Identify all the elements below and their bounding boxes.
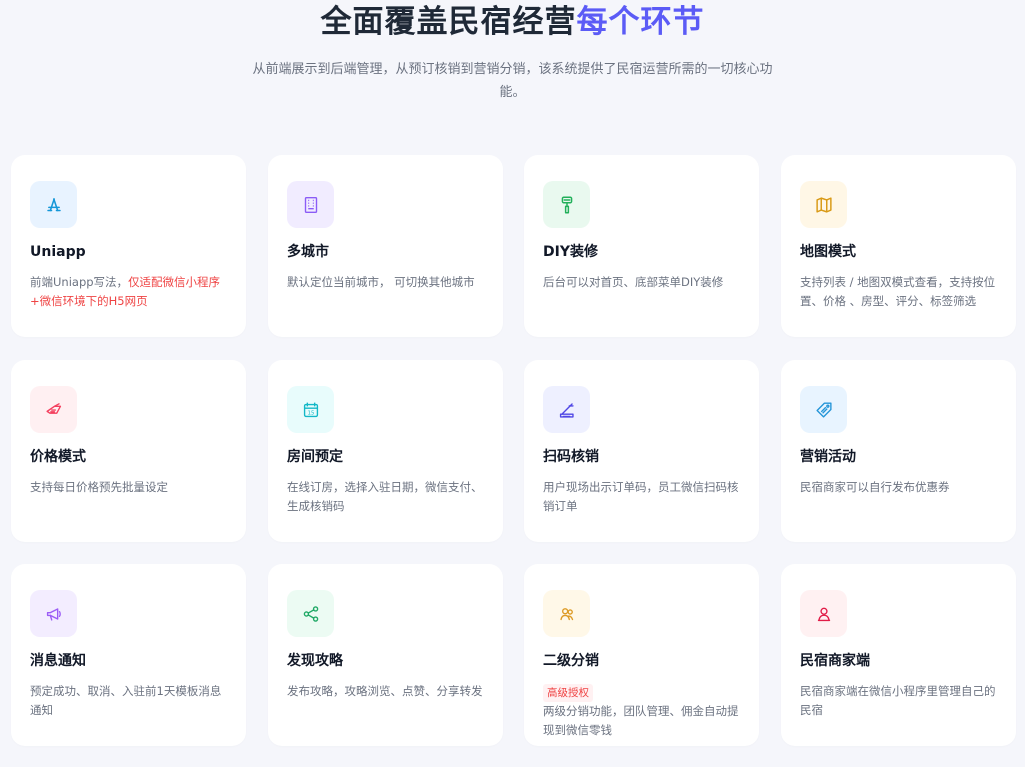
hero-title-accent: 每个环节 [576, 4, 705, 40]
feature-title: 房间预定 [287, 449, 343, 465]
feature-card-distribution: 二级分销 高级授权 两级分销功能，团队管理、佣金自动提现到微信零钱 [524, 564, 759, 746]
feature-card-price-mode: 价格模式 支持每日价格预先批量设定 [11, 360, 246, 542]
feature-description: 两级分销功能，团队管理、佣金自动提现到微信零钱 [543, 704, 739, 737]
calendar-icon: 15 [287, 386, 334, 433]
feature-title: 二级分销 [543, 653, 599, 669]
feature-card-map-mode: 地图模式 支持列表 / 地图双模式查看，支持按位置、价格 、房型、评分、标签筛选 [781, 155, 1016, 337]
premium-license-badge: 高级授权 [543, 684, 593, 702]
megaphone-icon [30, 590, 77, 637]
feature-card-room-booking: 15 房间预定 在线订房，选择入驻日期，微信支付、生成核销码 [268, 360, 503, 542]
hero-title: 全面覆盖民宿经营每个环节 [0, 2, 1025, 42]
hero-section: 全面覆盖民宿经营每个环节 从前端展示到后端管理，从预订核销到营销分销，该系统提供… [0, 0, 1025, 150]
scanner-icon [543, 386, 590, 433]
feature-title: 价格模式 [30, 449, 86, 465]
feature-description: 发布攻略，攻略浏览、点赞、分享转发 [287, 684, 483, 698]
feature-title: 消息通知 [30, 653, 86, 669]
feature-description: 默认定位当前城市， 可切换其他城市 [287, 275, 475, 289]
app-store-icon [30, 181, 77, 228]
feature-title: 发现攻略 [287, 653, 343, 669]
feature-grid: Uniapp 前端Uniapp写法，仅适配微信小程序+微信环境下的H5网页 多城… [11, 155, 1017, 767]
feature-description: 后台可以对首页、底部菜单DIY装修 [543, 275, 724, 289]
calendar-icon-number: 15 [307, 410, 314, 416]
map-icon [800, 181, 847, 228]
hero-title-main: 全面覆盖民宿经营 [320, 4, 577, 40]
users-icon [543, 590, 590, 637]
feature-title: 地图模式 [800, 244, 856, 260]
feature-description: 民宿商家端在微信小程序里管理自己的民宿 [800, 684, 996, 717]
feature-card-marketing: 营销活动 民宿商家可以自行发布优惠券 [781, 360, 1016, 542]
paint-roller-icon [543, 181, 590, 228]
user-icon [800, 590, 847, 637]
hero-subtitle: 从前端展示到后端管理，从预订核销到营销分销，该系统提供了民宿运营所需的一切核心功… [252, 62, 773, 100]
feature-card-multi-city: 多城市 默认定位当前城市， 可切换其他城市 [268, 155, 503, 337]
feature-title: 民宿商家端 [800, 653, 870, 669]
feature-description: 在线订房，选择入驻日期，微信支付、生成核销码 [287, 480, 483, 513]
feature-title: 营销活动 [800, 449, 856, 465]
feature-card-guide: 发现攻略 发布攻略，攻略浏览、点赞、分享转发 [268, 564, 503, 746]
feature-description: 支持列表 / 地图双模式查看，支持按位置、价格 、房型、评分、标签筛选 [800, 275, 996, 308]
feature-card-notification: 消息通知 预定成功、取消、入驻前1天模板消息通知 [11, 564, 246, 746]
feature-card-merchant: 民宿商家端 民宿商家端在微信小程序里管理自己的民宿 [781, 564, 1016, 746]
feature-title: DIY装修 [543, 244, 598, 260]
feature-title: 扫码核销 [543, 449, 599, 465]
share-icon [287, 590, 334, 637]
feature-description: 前端Uniapp写法，仅适配微信小程序+微信环境下的H5网页 [30, 273, 232, 311]
feature-description-prefix: 前端Uniapp写法， [30, 275, 129, 289]
price-tag-icon [30, 386, 77, 433]
feature-description: 用户现场出示订单码，员工微信扫码核销订单 [543, 480, 739, 513]
page: 全面覆盖民宿经营每个环节 从前端展示到后端管理，从预订核销到营销分销，该系统提供… [0, 0, 1025, 767]
building-icon [287, 181, 334, 228]
feature-card-diy-decoration: DIY装修 后台可以对首页、底部菜单DIY装修 [524, 155, 759, 337]
feature-description: 预定成功、取消、入驻前1天模板消息通知 [30, 684, 222, 717]
feature-title: Uniapp [30, 244, 86, 260]
ticket-icon [800, 386, 847, 433]
feature-card-scan-verify: 扫码核销 用户现场出示订单码，员工微信扫码核销订单 [524, 360, 759, 542]
feature-title: 多城市 [287, 244, 329, 260]
feature-description: 民宿商家可以自行发布优惠券 [800, 480, 950, 494]
feature-card-uniapp: Uniapp 前端Uniapp写法，仅适配微信小程序+微信环境下的H5网页 [11, 155, 246, 337]
feature-description: 支持每日价格预先批量设定 [30, 480, 168, 494]
